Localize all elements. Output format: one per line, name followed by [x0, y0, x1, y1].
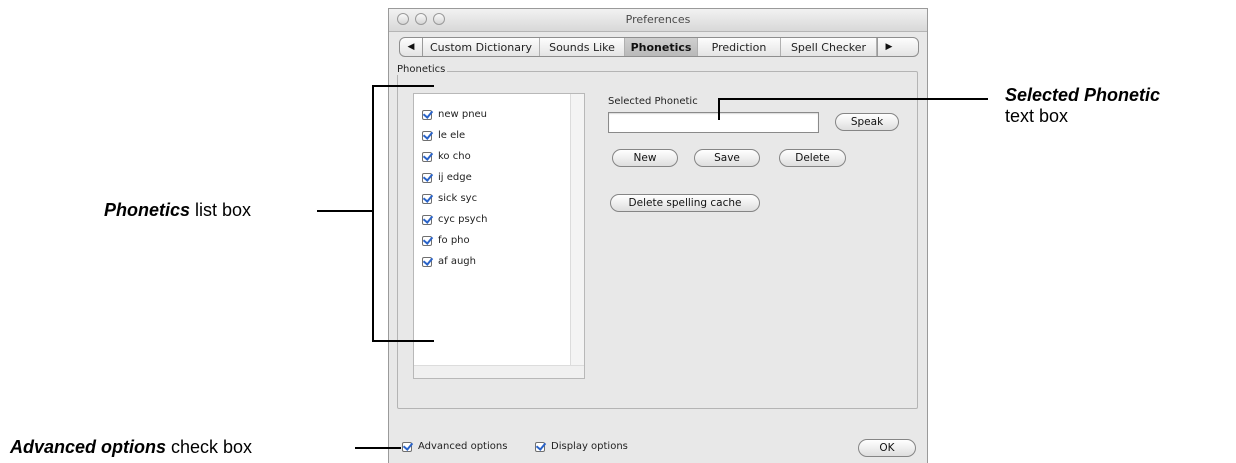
new-button[interactable]: New: [612, 149, 678, 167]
list-horizontal-scrollbar[interactable]: [414, 365, 584, 378]
checkbox-icon[interactable]: [422, 172, 432, 183]
annotation-pointer-tick: [718, 98, 720, 120]
checkbox-icon[interactable]: [422, 235, 432, 246]
speak-button[interactable]: Speak: [835, 113, 899, 131]
selected-phonetic-annotation: Selected Phonetic text box: [1005, 85, 1160, 127]
advanced-options-label: Advanced options: [418, 441, 508, 452]
list-item-label: af augh: [438, 256, 476, 267]
checkbox-icon[interactable]: [422, 193, 432, 204]
annotation-bold: Selected Phonetic: [1005, 85, 1161, 105]
checkbox-icon[interactable]: [422, 130, 432, 141]
annotation-bracket-bottom: [372, 340, 434, 342]
list-item-label: cyc psych: [438, 214, 488, 225]
annotation-pointer-line: [317, 210, 374, 212]
annotation-bracket-vertical: [372, 85, 374, 341]
checkbox-icon[interactable]: [422, 256, 432, 267]
annotation-bold: Advanced options: [10, 437, 167, 457]
list-item[interactable]: af augh: [422, 251, 487, 272]
annotation-bold: Phonetics: [104, 200, 191, 220]
list-item[interactable]: cyc psych: [422, 209, 487, 230]
selected-phonetic-label: Selected Phonetic: [608, 96, 698, 107]
phonetics-list-annotation: Phonetics list box: [104, 200, 251, 221]
tab-custom-dictionary[interactable]: Custom Dictionary: [423, 38, 540, 56]
checkbox-icon[interactable]: [422, 109, 432, 120]
annotation-text: text box: [1005, 106, 1069, 126]
list-item[interactable]: new pneu: [422, 104, 487, 125]
list-item-label: sick syc: [438, 193, 478, 204]
ok-button[interactable]: OK: [858, 439, 916, 457]
checkbox-icon[interactable]: [422, 151, 432, 162]
list-vertical-scrollbar[interactable]: [570, 94, 584, 366]
selected-phonetic-input[interactable]: [608, 112, 819, 133]
display-options-label: Display options: [551, 441, 628, 452]
phonetics-group-label: Phonetics: [395, 64, 448, 75]
tab-spell-checker[interactable]: Spell Checker: [781, 38, 877, 56]
list-item-label: new pneu: [438, 109, 488, 120]
phonetics-list: new pneu le ele ko cho ij edge sick syc …: [422, 104, 487, 272]
advanced-options-checkbox[interactable]: Advanced options: [402, 441, 507, 452]
checkbox-icon[interactable]: [422, 214, 432, 225]
checkbox-icon[interactable]: [402, 441, 412, 452]
tab-prediction[interactable]: Prediction: [698, 38, 781, 56]
tab-phonetics[interactable]: Phonetics: [625, 38, 698, 56]
phonetics-list-box[interactable]: new pneu le ele ko cho ij edge sick syc …: [413, 93, 585, 379]
tab-sounds-like[interactable]: Sounds Like: [540, 38, 625, 56]
annotation-pointer-line: [718, 98, 988, 100]
preferences-window: Preferences ◀ Custom Dictionary Sounds L…: [388, 8, 928, 463]
delete-spelling-cache-button[interactable]: Delete spelling cache: [610, 194, 760, 212]
list-item-label: ij edge: [438, 172, 472, 183]
list-item-label: ko cho: [438, 151, 471, 162]
annotation-bracket-top: [372, 85, 434, 87]
tab-bar: ◀ Custom Dictionary Sounds Like Phonetic…: [399, 37, 919, 57]
checkbox-icon[interactable]: [535, 441, 545, 452]
list-item[interactable]: fo pho: [422, 230, 487, 251]
tab-scroll-right-icon[interactable]: ▶: [877, 38, 900, 56]
list-item[interactable]: ko cho: [422, 146, 487, 167]
delete-button[interactable]: Delete: [779, 149, 846, 167]
tab-scroll-left-icon[interactable]: ◀: [400, 38, 423, 56]
list-item[interactable]: ij edge: [422, 167, 487, 188]
annotation-pointer-line: [355, 447, 401, 449]
advanced-options-annotation: Advanced options check box: [10, 437, 252, 458]
list-item[interactable]: le ele: [422, 125, 487, 146]
title-bar[interactable]: Preferences: [389, 9, 927, 32]
list-item-label: fo pho: [438, 235, 470, 246]
list-item-label: le ele: [438, 130, 466, 141]
window-title: Preferences: [625, 13, 691, 26]
annotation-text: list box: [190, 200, 252, 220]
display-options-checkbox[interactable]: Display options: [535, 441, 628, 452]
save-button[interactable]: Save: [694, 149, 760, 167]
annotation-text: check box: [166, 437, 253, 457]
list-item[interactable]: sick syc: [422, 188, 487, 209]
